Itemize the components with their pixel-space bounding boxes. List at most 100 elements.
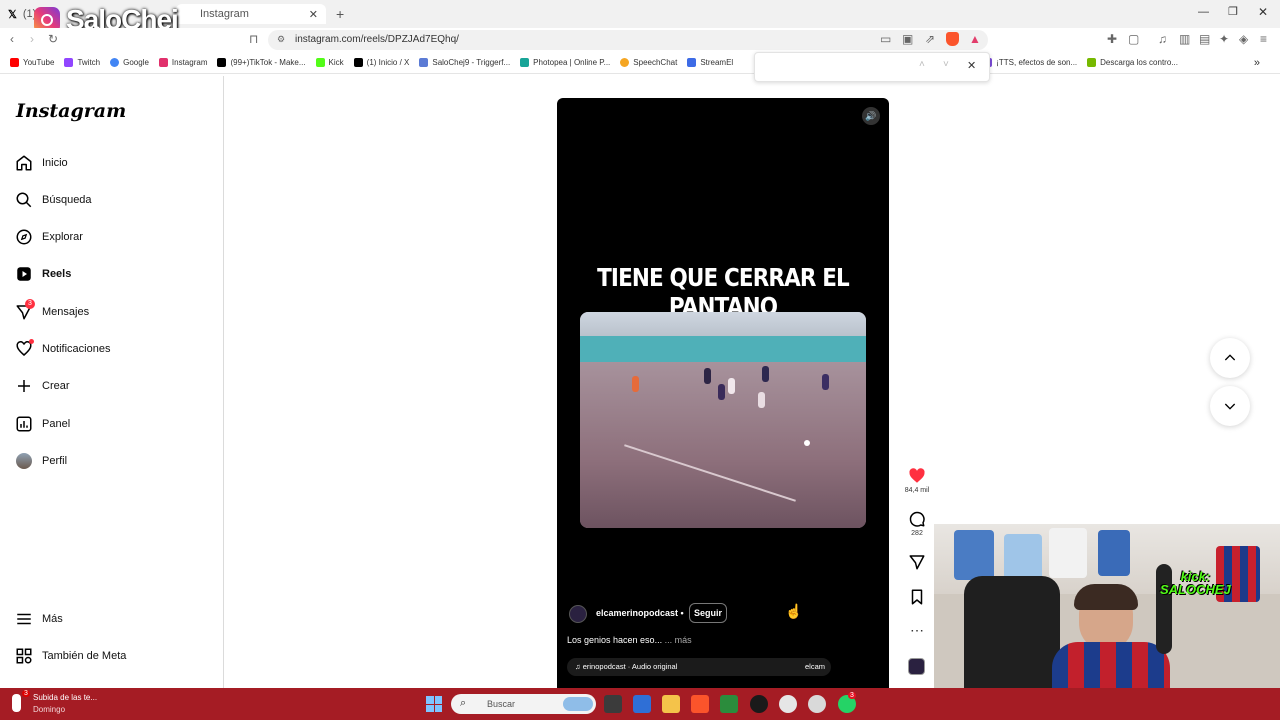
sidebar-item-label: Notificaciones <box>42 343 111 355</box>
bookmark-tiktok[interactable]: (99+)TikTok - Make... <box>217 58 306 67</box>
share-icon[interactable]: ⇗ <box>925 32 935 46</box>
more-options-icon[interactable]: ⋯ <box>900 622 934 639</box>
jersey-blue-2 <box>1098 530 1130 576</box>
sidebar-item-busqueda[interactable]: Búsqueda <box>14 187 214 213</box>
bookmark-speechchat[interactable]: SpeechChat <box>620 58 677 67</box>
media-icon[interactable]: ♫ <box>1158 32 1167 46</box>
bookmark-triggerfyre[interactable]: SaloChej9 - Triggerf... <box>419 58 510 67</box>
obs-icon[interactable] <box>779 695 797 713</box>
site-info-icon[interactable]: ⚙ <box>277 34 285 45</box>
new-tab-button[interactable]: + <box>336 4 344 24</box>
reader-mode-icon[interactable]: ▣ <box>902 32 913 46</box>
google-icon <box>110 58 120 67</box>
forward-icon[interactable]: › <box>30 32 34 46</box>
bookmark-twitch[interactable]: Twitch <box>64 58 100 67</box>
caption-more-link[interactable]: ... más <box>665 635 692 645</box>
bookmark-x[interactable]: (1) Inicio / X <box>353 58 410 67</box>
find-next-icon[interactable]: ˅ <box>943 59 949 70</box>
microsoft-store-icon[interactable] <box>633 695 651 713</box>
sidebar-item-panel[interactable]: Panel <box>14 411 214 437</box>
instagram-wordmark[interactable]: Instagram <box>16 100 126 122</box>
screenshot-icon[interactable]: ▢ <box>1128 32 1139 46</box>
restore-icon[interactable]: ❐ <box>1228 5 1238 18</box>
messages-icon: 3 <box>14 299 35 322</box>
meta-icon <box>14 646 34 666</box>
sidebar-item-perfil[interactable]: Perfil <box>14 448 214 474</box>
brave-browser-icon[interactable] <box>691 695 709 713</box>
bookmark-page-icon[interactable]: ⊓ <box>249 32 258 46</box>
jersey-sky <box>1004 534 1042 582</box>
install-app-icon[interactable]: ▭ <box>880 32 891 46</box>
brave-shield-icon[interactable] <box>946 32 959 46</box>
bookmark-photopea[interactable]: Photopea | Online P... <box>520 58 610 67</box>
sidebar-item-mas[interactable]: Más <box>14 606 214 632</box>
settings-gear-icon[interactable] <box>808 695 826 713</box>
bookmark-nvidia[interactable]: Descarga los contro... <box>1087 58 1178 67</box>
minimize-icon[interactable]: — <box>1198 6 1209 18</box>
save-button[interactable] <box>900 588 934 608</box>
follow-button[interactable]: Seguir <box>689 603 728 623</box>
bookmark-tts[interactable]: ¡TTS, efectos de son... <box>983 58 1077 67</box>
bookmark-label: Descarga los contro... <box>1100 58 1178 67</box>
bookmark-streamelements[interactable]: StreamEl <box>687 58 733 67</box>
bookmark-youtube[interactable]: YouTube <box>10 58 54 67</box>
find-previous-icon[interactable]: ˄ <box>919 59 925 70</box>
share-button[interactable] <box>900 553 934 573</box>
thermometer-icon[interactable] <box>12 694 21 712</box>
more-bookmarks-button[interactable]: » <box>1254 57 1260 69</box>
bookmark-instagram[interactable]: Instagram <box>158 58 207 67</box>
sidebar-item-tambien-de-meta[interactable]: También de Meta <box>14 643 214 669</box>
close-tab-icon[interactable]: ✕ <box>309 8 318 21</box>
player-figure <box>632 376 639 392</box>
menu-icon[interactable]: ≡ <box>1260 32 1267 46</box>
sidebar-item-reels[interactable]: Reels <box>14 261 214 287</box>
sidebar-item-explorar[interactable]: Explorar <box>14 224 214 250</box>
author-avatar[interactable] <box>569 605 587 623</box>
comment-button[interactable]: 282 <box>900 510 934 537</box>
bookmark-kick[interactable]: Kick <box>315 58 344 67</box>
audio-pill[interactable]: ♫ erinopodcast · Audio original elcam <box>567 658 831 676</box>
extensions-icon[interactable]: ✚ <box>1107 32 1117 46</box>
wallet-icon[interactable]: ▤ <box>1199 32 1210 46</box>
game-app-icon[interactable] <box>720 695 738 713</box>
windows-start-icon[interactable] <box>426 696 442 712</box>
bookmark-label: Twitch <box>77 58 101 67</box>
close-window-icon[interactable]: ✕ <box>1258 5 1268 19</box>
previous-reel-button[interactable] <box>1210 338 1250 378</box>
author-name[interactable]: elcamerinopodcast • <box>596 608 684 618</box>
like-count: 84,4 mil <box>904 487 930 494</box>
steam-icon[interactable] <box>750 695 768 713</box>
weather-badge: 3 <box>22 690 30 697</box>
find-input[interactable] <box>759 57 907 77</box>
sidebar-item-label: Reels <box>42 268 72 280</box>
back-icon[interactable]: ‹ <box>10 32 14 46</box>
sidebar-item-notificaciones[interactable]: Notificaciones <box>14 336 214 362</box>
x-icon <box>353 58 363 67</box>
like-button[interactable]: 84,4 mil <box>900 467 934 494</box>
sidebar-item-inicio[interactable]: Inicio <box>14 150 214 176</box>
sidebar-item-crear[interactable]: Crear <box>14 373 214 399</box>
leo-ai-icon[interactable]: ✦ <box>1219 32 1229 46</box>
sidebar-toggle-icon[interactable]: ▥ <box>1179 32 1190 46</box>
reel-player[interactable]: 🔊 TIENE QUE CERRAR EL PANTANO elcamerino… <box>557 98 889 688</box>
bookmark-google[interactable]: Google <box>110 58 149 67</box>
reload-icon[interactable]: ↻ <box>48 32 58 46</box>
file-explorer-icon[interactable] <box>662 695 680 713</box>
vpn-icon[interactable]: ◈ <box>1239 32 1248 46</box>
weather-title[interactable]: Subida de las te... <box>33 693 97 702</box>
streamelements-icon <box>687 58 697 67</box>
kick-channel: SALOCHEJ <box>1160 582 1231 597</box>
triggerfyre-icon <box>419 58 429 67</box>
jersey-blue <box>954 530 994 580</box>
brave-rewards-icon[interactable]: ▲ <box>969 32 981 46</box>
sidebar-item-mensajes[interactable]: 3 Mensajes <box>14 299 214 325</box>
next-reel-button[interactable] <box>1210 386 1250 426</box>
bookmark-label: (1) Inicio / X <box>366 58 410 67</box>
find-close-icon[interactable]: ✕ <box>967 59 976 72</box>
messages-badge: 3 <box>25 299 35 309</box>
task-view-icon[interactable] <box>604 695 622 713</box>
player-figure <box>728 378 735 394</box>
stadium-wall <box>580 336 866 362</box>
volume-icon[interactable]: 🔊 <box>862 107 880 125</box>
audio-thumbnail[interactable] <box>908 658 925 675</box>
